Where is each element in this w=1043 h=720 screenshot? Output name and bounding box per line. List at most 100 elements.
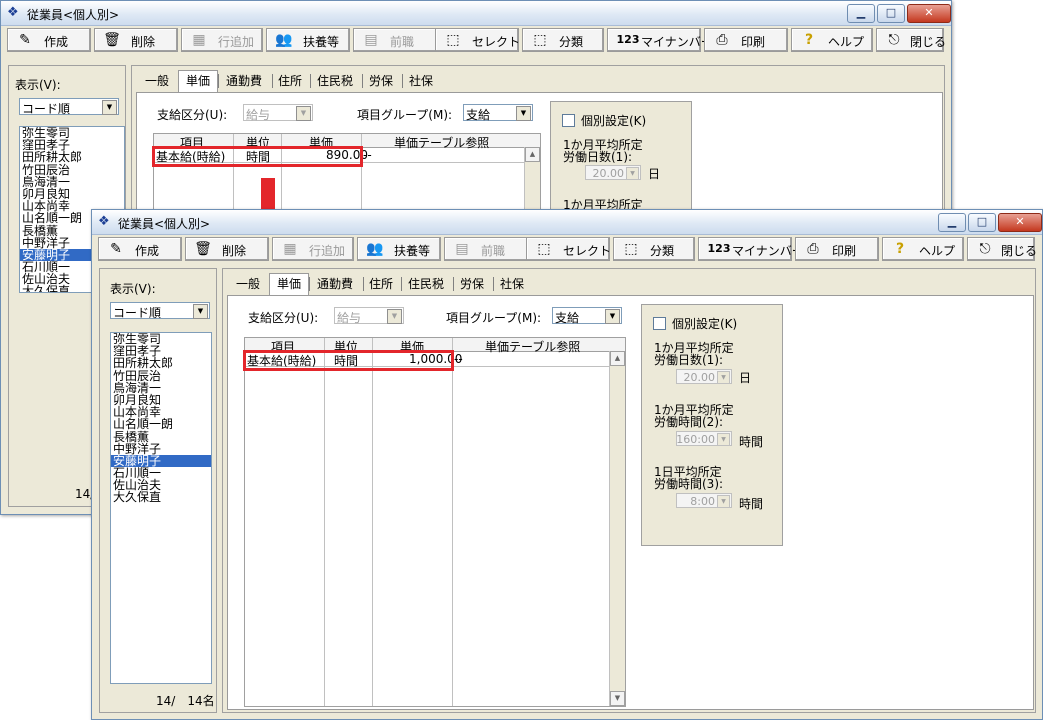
- close-window-button[interactable]: ✕: [998, 213, 1042, 232]
- my-number-button[interactable]: 123 マイナンバー: [698, 237, 804, 261]
- pay-class-label: 支給区分(U):: [157, 108, 228, 122]
- create-button[interactable]: ✎ 作成: [7, 28, 91, 52]
- tab-separator: [218, 74, 219, 88]
- window-title: 従業員<個人別>: [118, 217, 211, 231]
- tab-5[interactable]: 労保: [455, 275, 489, 293]
- item-group-select[interactable]: 支給 ▼: [552, 307, 622, 325]
- item-group-label: 項目グループ(M):: [446, 311, 542, 325]
- tab-6[interactable]: 社保: [404, 72, 438, 90]
- scroll-up-icon[interactable]: ▲: [525, 147, 540, 162]
- tab-1[interactable]: 単価: [178, 70, 218, 92]
- prev-job-button[interactable]: ▤ 前職: [353, 28, 437, 52]
- hours-label-2: 労働時間(2):: [654, 415, 724, 429]
- tab-separator: [363, 277, 364, 291]
- my-number-button[interactable]: 123 マイナンバー: [607, 28, 713, 52]
- unit-price-grid[interactable]: 項目 単位 単価 単価テーブル参照 基本給(時給) 時間 1,000.00 --…: [244, 337, 626, 707]
- hours-field[interactable]: 160:00 ▼: [676, 431, 732, 446]
- employee-window-after: ❖ 従業員<個人別> ▁ □ ✕ ✎ 作成 🗑 削除 ▦ 行追加 👥 扶養等 ▤ 前職 ⬚…: [91, 209, 1043, 720]
- grid-line: [452, 338, 453, 706]
- list-item[interactable]: 竹田辰治: [111, 369, 211, 382]
- spin-icon: ▼: [717, 495, 730, 508]
- employee-list[interactable]: 弥生零司 窪田孝子 田所耕太郎 竹田辰治 鳥海清一 卯月良知 山本尚幸 山名順一朗 長橋薫 中野洋…: [110, 332, 212, 684]
- tab-0[interactable]: 一般: [140, 72, 174, 90]
- delete-button[interactable]: 🗑 削除: [185, 237, 269, 261]
- minimize-button[interactable]: ▁: [938, 213, 966, 232]
- prev-job-button[interactable]: ▤ 前職: [444, 237, 528, 261]
- list-item[interactable]: 長橋薫: [111, 430, 211, 443]
- category-button[interactable]: ⬚ 分類: [522, 28, 604, 52]
- tab-1[interactable]: 単価: [269, 273, 309, 295]
- list-item[interactable]: 田所耕太郎: [20, 151, 124, 163]
- people-icon: 👥: [275, 32, 293, 48]
- dependents-button[interactable]: 👥 扶養等: [357, 237, 441, 261]
- select-button[interactable]: ⬚ セレクト: [435, 28, 520, 52]
- tab-separator: [309, 277, 310, 291]
- days-unit: 日: [648, 167, 661, 181]
- help-button[interactable]: ? ヘルプ: [882, 237, 964, 261]
- chevron-down-icon[interactable]: ▼: [193, 304, 208, 319]
- select-button[interactable]: ⬚ セレクト: [526, 237, 611, 261]
- list-item[interactable]: 山名順一朗: [111, 418, 211, 430]
- tab-4[interactable]: 住民税: [312, 72, 358, 90]
- close-button[interactable]: ⎋ 閉じる: [876, 28, 946, 52]
- individual-settings-checkbox[interactable]: [562, 114, 575, 127]
- daily-hours-field[interactable]: 8:00 ▼: [676, 493, 732, 508]
- scroll-down-icon[interactable]: ▼: [610, 691, 625, 706]
- chevron-down-icon: ▼: [387, 309, 402, 324]
- add-row-button[interactable]: ▦ 行追加: [272, 237, 354, 261]
- create-button[interactable]: ✎ 作成: [98, 237, 182, 261]
- days-unit: 日: [739, 371, 752, 385]
- cell-table-ref: --: [363, 148, 372, 162]
- print-button[interactable]: ⎙ 印刷: [795, 237, 879, 261]
- tab-3[interactable]: 住所: [365, 275, 397, 293]
- spin-icon: ▼: [717, 433, 730, 446]
- days-label-2: 労働日数(1):: [654, 353, 724, 367]
- tab-4[interactable]: 住民税: [403, 275, 449, 293]
- help-icon: ?: [804, 32, 814, 48]
- chevron-down-icon[interactable]: ▼: [102, 100, 117, 115]
- trash-icon: 🗑: [194, 241, 212, 257]
- help-button[interactable]: ? ヘルプ: [791, 28, 873, 52]
- maximize-button[interactable]: □: [877, 4, 905, 23]
- delete-button[interactable]: 🗑 削除: [94, 28, 178, 52]
- category-button[interactable]: ⬚ 分類: [613, 237, 695, 261]
- tab-0[interactable]: 一般: [231, 275, 265, 293]
- list-item[interactable]: 大久保直: [111, 491, 211, 503]
- create-icon: ✎: [110, 241, 122, 257]
- list-item[interactable]: 竹田辰治: [20, 163, 124, 176]
- pay-class-select[interactable]: 給与 ▼: [243, 104, 313, 122]
- sort-order-select[interactable]: コード順 ▼: [110, 302, 210, 320]
- tab-6[interactable]: 社保: [495, 275, 529, 293]
- detail-area: 一般 単価 通勤費 住所 住民税 労保 社保 支給区分(U): 給与 ▼ 項目グループ(M):…: [222, 268, 1036, 713]
- tab-3[interactable]: 住所: [274, 72, 306, 90]
- add-row-button[interactable]: ▦ 行追加: [181, 28, 263, 52]
- dependents-button[interactable]: 👥 扶養等: [266, 28, 350, 52]
- individual-settings-checkbox[interactable]: [653, 317, 666, 330]
- days-field[interactable]: 20.00 ▼: [585, 165, 641, 180]
- category-icon: ⬚: [533, 32, 547, 48]
- employee-counter: 14/ 14名: [156, 694, 215, 708]
- tab-5[interactable]: 労保: [364, 72, 398, 90]
- print-button[interactable]: ⎙ 印刷: [704, 28, 788, 52]
- tab-2[interactable]: 通勤費: [311, 275, 359, 293]
- grid-scrollbar[interactable]: ▲ ▼: [609, 351, 625, 706]
- document-icon: ▤: [364, 32, 378, 48]
- close-button[interactable]: ⎋ 閉じる: [967, 237, 1037, 261]
- sort-order-select[interactable]: コード順 ▼: [19, 98, 119, 116]
- pay-class-select[interactable]: 給与 ▼: [334, 307, 404, 325]
- select-icon: ⬚: [537, 241, 551, 257]
- days-field[interactable]: 20.00 ▼: [676, 369, 732, 384]
- list-item[interactable]: 田所耕太郎: [111, 357, 211, 369]
- item-group-select[interactable]: 支給 ▼: [463, 104, 533, 122]
- tab-2[interactable]: 通勤費: [220, 72, 268, 90]
- maximize-button[interactable]: □: [968, 213, 996, 232]
- title-bar: ❖ 従業員<個人別> ▁ □ ✕: [92, 210, 1042, 235]
- close-window-button[interactable]: ✕: [907, 4, 951, 23]
- scroll-up-icon[interactable]: ▲: [610, 351, 625, 366]
- tab-separator: [362, 74, 363, 88]
- tab-separator: [310, 74, 311, 88]
- minimize-button[interactable]: ▁: [847, 4, 875, 23]
- chevron-down-icon[interactable]: ▼: [516, 106, 531, 121]
- chevron-down-icon[interactable]: ▼: [605, 309, 620, 324]
- tab-bar: 一般 単価 通勤費 住所 住民税 労保 社保: [231, 273, 611, 295]
